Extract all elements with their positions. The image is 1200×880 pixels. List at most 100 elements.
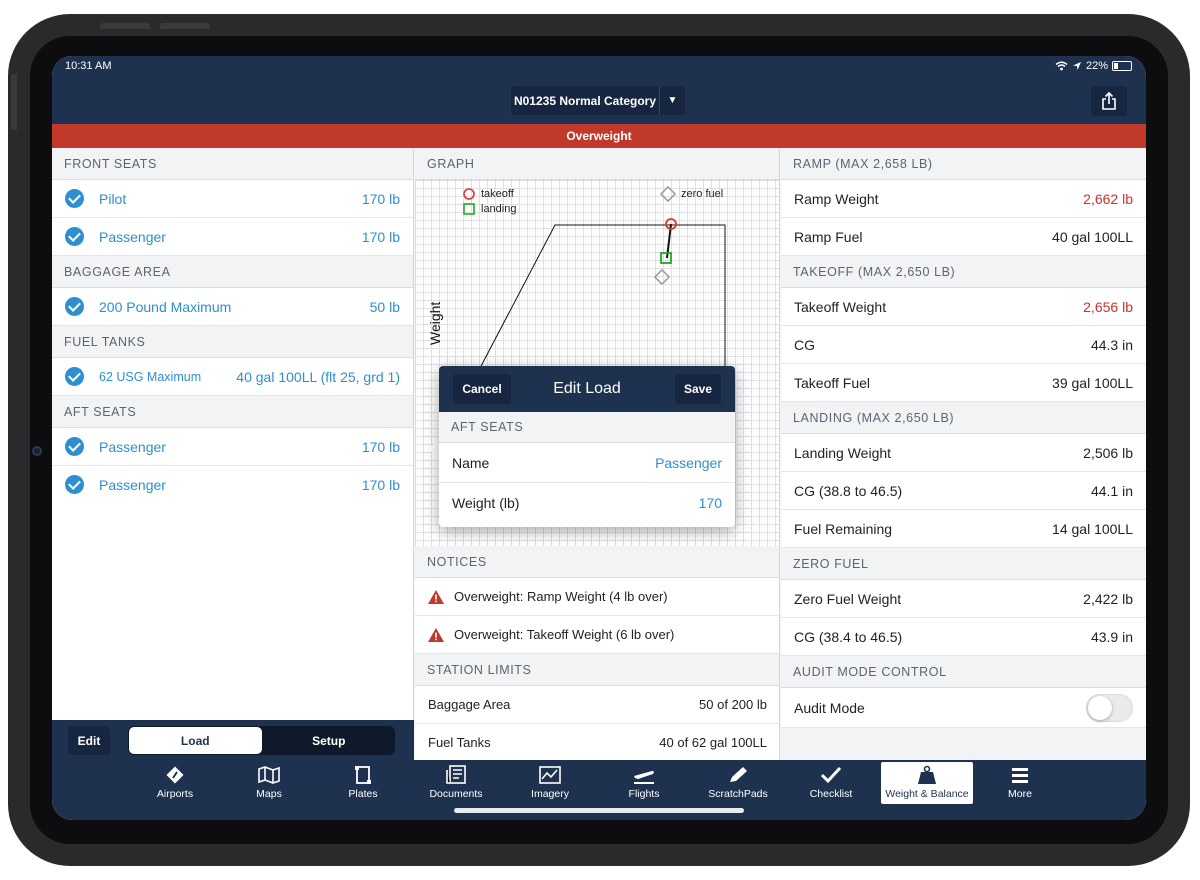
- load-row-front-passenger[interactable]: Passenger 170 lb: [52, 218, 413, 256]
- section-header-audit-mode: AUDIT MODE CONTROL: [781, 656, 1146, 688]
- tab-label: More: [1008, 788, 1032, 800]
- section-header-notices: NOTICES: [415, 546, 779, 578]
- tab-label: Maps: [256, 788, 282, 800]
- weight-balance-icon: [918, 765, 936, 784]
- load-row-value: 170 lb: [361, 438, 400, 455]
- tab-label: Airports: [156, 788, 194, 800]
- summary-label: Ramp Fuel: [794, 228, 863, 245]
- summary-label: CG: [794, 336, 815, 353]
- notice-item: Overweight: Ramp Weight (4 lb over): [415, 578, 779, 616]
- weight-field[interactable]: Weight (lb) 170: [439, 483, 735, 523]
- battery-icon: [1112, 61, 1132, 71]
- load-setup-segmented-control: Load Setup: [128, 726, 395, 755]
- tab-flights[interactable]: Flights: [598, 762, 690, 804]
- station-limit-label: Baggage Area: [428, 697, 511, 712]
- load-row-baggage[interactable]: 200 Pound Maximum 50 lb: [52, 288, 413, 326]
- checkmark-icon: [65, 189, 84, 208]
- section-header-aft-seats: AFT SEATS: [52, 396, 413, 428]
- summary-value: 44.3 in: [1090, 336, 1133, 353]
- summary-value: 2,422 lb: [1083, 590, 1133, 607]
- warning-icon: [428, 627, 444, 642]
- segment-setup[interactable]: Setup: [263, 726, 396, 755]
- tab-maps[interactable]: Maps: [223, 762, 315, 804]
- checkmark-icon: [65, 475, 84, 494]
- load-row-label: Passenger: [99, 438, 166, 455]
- tab-weight-balance[interactable]: Weight & Balance: [881, 762, 973, 804]
- tab-label: Flights: [628, 788, 660, 800]
- summary-row: Ramp Weight 2,662 lb: [781, 180, 1146, 218]
- home-indicator: [454, 808, 744, 813]
- load-row-value: 170 lb: [361, 476, 400, 493]
- checkmark-icon: [65, 367, 84, 386]
- checkmark-icon: [65, 437, 84, 456]
- summary-label: CG (38.4 to 46.5): [794, 628, 903, 645]
- maps-icon: [258, 766, 280, 784]
- device-button: [160, 23, 210, 29]
- tab-more[interactable]: More: [974, 762, 1066, 804]
- tab-documents[interactable]: Documents: [410, 762, 502, 804]
- section-header-station-limits: STATION LIMITS: [415, 654, 779, 686]
- imagery-icon: [539, 766, 561, 784]
- overweight-alert-bar: Overweight: [52, 124, 1146, 148]
- aircraft-profile-selector[interactable]: N01235 Normal Category ▼: [511, 86, 685, 115]
- tab-plates[interactable]: Plates: [317, 762, 409, 804]
- wifi-icon: [1055, 61, 1068, 71]
- tab-imagery[interactable]: Imagery: [504, 762, 596, 804]
- popover-arrow: [428, 440, 439, 458]
- airports-icon: [166, 766, 184, 784]
- tab-label: Documents: [429, 788, 483, 800]
- section-header-takeoff: TAKEOFF (MAX 2,650 LB): [781, 256, 1146, 288]
- edit-button[interactable]: Edit: [68, 726, 110, 755]
- status-time: 10:31 AM: [65, 60, 112, 72]
- section-header-ramp: RAMP (MAX 2,658 LB): [781, 148, 1146, 180]
- share-button[interactable]: [1091, 86, 1127, 116]
- edit-load-popover: Cancel Edit Load Save AFT SEATS Name Pas…: [439, 366, 735, 527]
- load-row-fuel[interactable]: 62 USG Maximum 40 gal 100LL (flt 25, grd…: [52, 358, 413, 396]
- weight-summary-panel: RAMP (MAX 2,658 LB) Ramp Weight 2,662 lb…: [781, 148, 1146, 760]
- legend-zero-fuel-label: zero fuel: [681, 188, 724, 200]
- summary-label: Landing Weight: [794, 444, 892, 461]
- load-row-aft-passenger-1[interactable]: Passenger 170 lb: [52, 428, 413, 466]
- documents-icon: [446, 765, 466, 784]
- load-row-label: Passenger: [99, 476, 166, 493]
- save-button[interactable]: Save: [675, 374, 721, 404]
- station-limit-value: 40 of 62 gal 100LL: [659, 735, 767, 750]
- section-header-front-seats: FRONT SEATS: [52, 148, 413, 180]
- summary-row: Takeoff Fuel 39 gal 100LL: [781, 364, 1146, 402]
- tab-label: Plates: [348, 788, 378, 800]
- summary-value: 2,656 lb: [1083, 298, 1133, 315]
- popover-section-header: AFT SEATS: [439, 412, 735, 443]
- scratchpads-icon: [730, 767, 747, 782]
- y-axis-label: Weight: [427, 301, 443, 345]
- location-icon: [1072, 62, 1081, 70]
- notices-section: NOTICES Overweight: Ramp Weight (4 lb ov…: [415, 546, 779, 760]
- summary-row: CG 44.3 in: [781, 326, 1146, 364]
- section-header-landing: LANDING (MAX 2,650 LB): [781, 402, 1146, 434]
- load-row-value: 50 lb: [369, 298, 400, 315]
- load-row-label: Pilot: [99, 190, 127, 207]
- audit-mode-toggle[interactable]: [1086, 693, 1133, 722]
- load-row-value: 170 lb: [361, 190, 400, 207]
- summary-label: Fuel Remaining: [794, 520, 893, 537]
- more-icon: [1012, 768, 1028, 783]
- summary-row: Takeoff Weight 2,656 lb: [781, 288, 1146, 326]
- name-field[interactable]: Name Passenger: [439, 443, 735, 483]
- weight-field-value: 170: [698, 495, 722, 511]
- tab-label: Checklist: [809, 788, 853, 800]
- load-list-panel: FRONT SEATS Pilot 170 lb Passenger 170 l…: [52, 148, 414, 760]
- summary-value: 14 gal 100LL: [1052, 520, 1133, 537]
- plates-icon: [355, 766, 371, 784]
- load-row-value: 170 lb: [361, 228, 400, 245]
- tab-airports[interactable]: Airports: [129, 762, 221, 804]
- name-field-label: Name: [452, 454, 490, 471]
- segment-load[interactable]: Load: [129, 727, 262, 754]
- checkmark-icon: [65, 227, 84, 246]
- title-bar: 10:31 AM 22% N01235 Normal Category ▼: [52, 56, 1146, 124]
- tab-checklist[interactable]: Checklist: [785, 762, 877, 804]
- weight-field-label: Weight (lb): [452, 495, 520, 511]
- load-row-pilot[interactable]: Pilot 170 lb: [52, 180, 413, 218]
- summary-label: Takeoff Fuel: [794, 374, 871, 391]
- load-row-aft-passenger-2[interactable]: Passenger 170 lb: [52, 466, 413, 504]
- tab-scratchpads[interactable]: ScratchPads: [692, 762, 784, 804]
- summary-row: Ramp Fuel 40 gal 100LL: [781, 218, 1146, 256]
